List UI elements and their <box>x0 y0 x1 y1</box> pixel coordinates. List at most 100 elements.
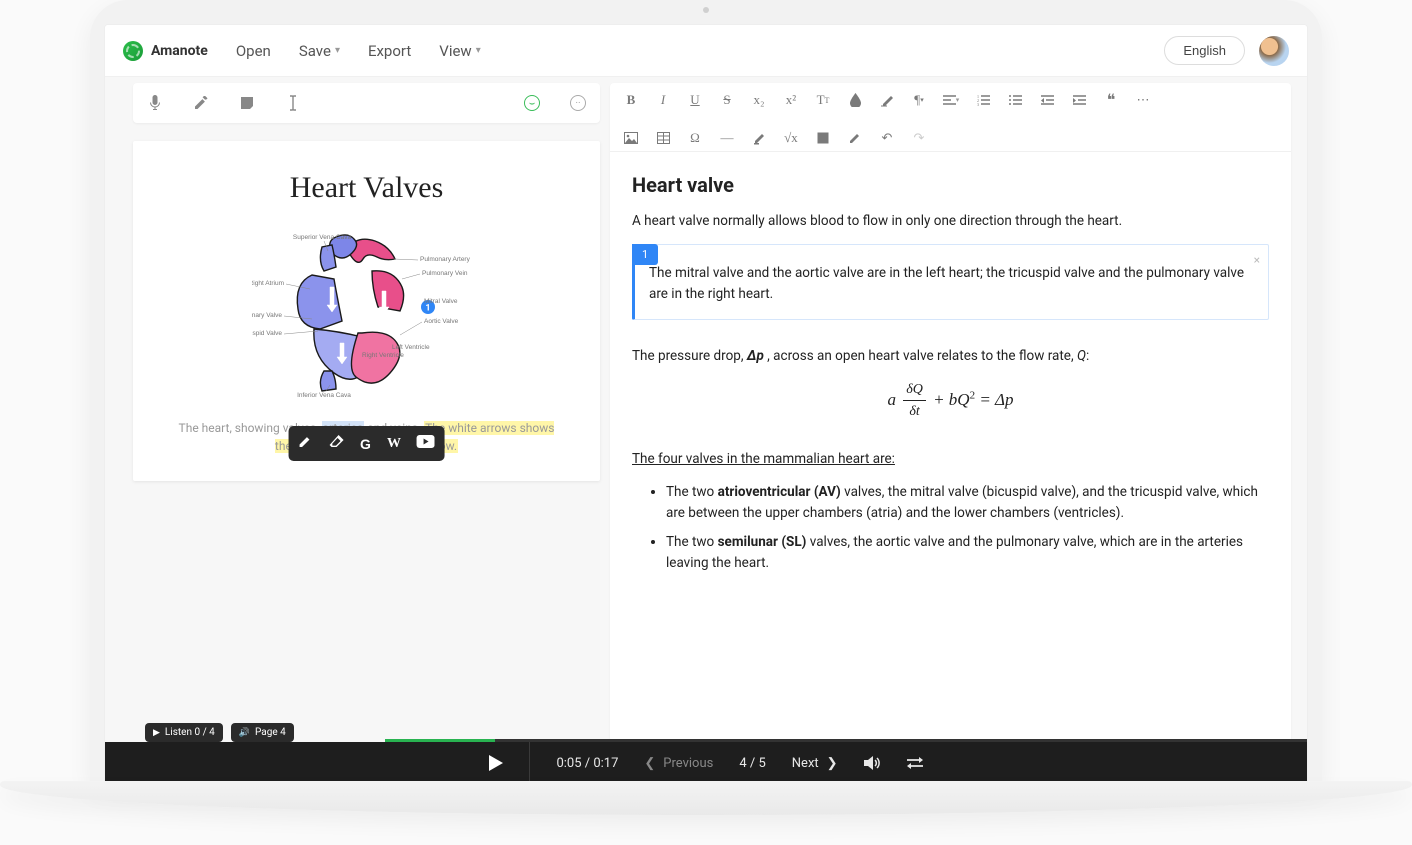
horizontal-rule-icon[interactable]: — <box>718 129 736 147</box>
editor-intro: A heart valve normally allows blood to f… <box>632 211 1269 232</box>
menu-save[interactable]: Save▾ <box>299 42 340 60</box>
editor-toolbar: B I U S x₂ x² TT ¶▾ ▾ 123 <box>610 83 1291 152</box>
wikipedia-icon[interactable]: W <box>387 436 401 452</box>
outdent-icon[interactable] <box>1038 91 1056 109</box>
clear-format-icon[interactable] <box>878 91 896 109</box>
note-text: The mitral valve and the aortic valve ar… <box>649 265 1244 302</box>
slide-title: Heart Valves <box>159 171 574 205</box>
label-tv: Tricuspid Valve <box>252 330 282 337</box>
equation: a δQδt + bQ2 = Δp <box>632 379 1269 423</box>
list-item: The two semilunar (SL) valves, the aorti… <box>666 532 1269 574</box>
screen-bezel: Amanote Open Save▾ Export View▾ English <box>90 0 1322 785</box>
swap-icon[interactable] <box>907 757 923 769</box>
speaker-small-icon: 🔊 <box>239 728 250 738</box>
redo-icon[interactable]: ↷ <box>910 129 928 147</box>
note-box-icon[interactable] <box>814 129 832 147</box>
label-ivc: Inferior Vena Cava <box>297 392 351 399</box>
label-pa: Pulmonary Artery <box>420 256 471 263</box>
play-button[interactable] <box>489 755 503 771</box>
pill-row: ▶ Listen 0 / 4 🔊 Page 4 <box>145 723 294 742</box>
chevron-left-icon: ❮ <box>644 756 655 771</box>
formula-icon[interactable]: √x <box>782 129 800 147</box>
indent-icon[interactable] <box>1070 91 1088 109</box>
ink-drop-icon[interactable] <box>846 91 864 109</box>
language-button[interactable]: English <box>1164 36 1245 65</box>
header-right: English <box>1164 36 1289 66</box>
svg-text:1: 1 <box>425 304 430 314</box>
pen-icon[interactable] <box>846 129 864 147</box>
reference-note-box: 1 × The mitral valve and the aortic valv… <box>632 244 1269 320</box>
context-toolbar: G W <box>288 426 445 461</box>
main-menu: Open Save▾ Export View▾ <box>236 42 481 60</box>
menu-export[interactable]: Export <box>368 42 411 60</box>
slide-column: ⌣ ·· Heart Valves <box>105 77 600 742</box>
strikethrough-icon[interactable]: S <box>718 91 736 109</box>
user-avatar[interactable] <box>1259 36 1289 66</box>
table-icon[interactable] <box>654 129 672 147</box>
heart-diagram: 1 Superior Vena Cava Pulmonary Artery Pu… <box>159 231 574 401</box>
microphone-icon[interactable] <box>145 93 165 113</box>
superscript-icon[interactable]: x² <box>782 91 800 109</box>
label-pv: Pulmonary Vein <box>422 270 468 277</box>
previous-button[interactable]: ❮ Previous <box>644 756 713 771</box>
unordered-list-icon[interactable] <box>1006 91 1024 109</box>
bold-icon[interactable]: B <box>622 91 640 109</box>
app-header: Amanote Open Save▾ Export View▾ English <box>105 25 1307 77</box>
editor-panel: B I U S x₂ x² TT ¶▾ ▾ 123 <box>610 83 1291 742</box>
neutral-emoji-icon[interactable]: ·· <box>568 93 588 113</box>
divider <box>529 742 530 784</box>
app-window: Amanote Open Save▾ Export View▾ English <box>104 24 1308 785</box>
smile-emoji-icon[interactable]: ⌣ <box>522 93 542 113</box>
label-mv: Mitral Valve <box>424 298 458 305</box>
sticky-note-icon[interactable] <box>237 93 257 113</box>
editor-title: Heart valve <box>632 170 1269 201</box>
camera-dot <box>703 7 709 13</box>
text-cursor-icon[interactable] <box>283 93 303 113</box>
highlighter-icon[interactable] <box>750 129 768 147</box>
editor-content[interactable]: Heart valve A heart valve normally allow… <box>610 152 1291 600</box>
list-item: The two atrioventricular (AV) valves, th… <box>666 482 1269 524</box>
valve-list: The two atrioventricular (AV) valves, th… <box>632 482 1269 574</box>
page-pill[interactable]: 🔊 Page 4 <box>231 723 294 742</box>
paragraph-icon[interactable]: ¶▾ <box>910 91 928 109</box>
app-body: ⌣ ·· Heart Valves <box>105 77 1307 742</box>
draw-icon[interactable] <box>298 434 312 453</box>
special-char-icon[interactable]: Ω <box>686 129 704 147</box>
next-button[interactable]: Next ❯ <box>792 756 838 771</box>
image-icon[interactable] <box>622 129 640 147</box>
svg-text:3: 3 <box>977 102 979 106</box>
chevron-right-icon: ❯ <box>827 756 838 771</box>
font-size-icon[interactable]: TT <box>814 91 832 109</box>
menu-open[interactable]: Open <box>236 42 271 60</box>
eraser-icon[interactable] <box>328 434 344 453</box>
label-ra: Right Atrium <box>252 280 284 287</box>
volume-icon[interactable] <box>864 756 881 770</box>
app-logo-icon <box>123 41 143 61</box>
google-icon[interactable]: G <box>360 436 371 452</box>
undo-icon[interactable]: ↶ <box>878 129 896 147</box>
youtube-icon[interactable] <box>417 435 435 453</box>
laptop-base <box>0 781 1412 815</box>
pencil-icon[interactable] <box>191 93 211 113</box>
listen-pill[interactable]: ▶ Listen 0 / 4 <box>145 723 223 742</box>
label-rv: Right Ventricle <box>362 352 404 359</box>
audio-bar-wrap: 0:05 / 0:17 ❮ Previous 4 / 5 Next ❯ <box>105 742 1307 784</box>
audio-page-indicator: 4 / 5 <box>739 756 765 771</box>
underline-icon[interactable]: U <box>686 91 704 109</box>
align-icon[interactable]: ▾ <box>942 91 960 109</box>
more-icon[interactable]: ⋯ <box>1134 91 1152 109</box>
label-av: Aortic Valve <box>424 318 459 325</box>
subscript-icon[interactable]: x₂ <box>750 91 768 109</box>
laptop-frame: Amanote Open Save▾ Export View▾ English <box>0 0 1412 845</box>
note-badge: 1 <box>632 244 658 265</box>
slide-card: Heart Valves <box>133 141 600 481</box>
play-small-icon: ▶ <box>153 728 160 738</box>
pressure-sentence: The pressure drop, Δp , across an open h… <box>632 346 1269 367</box>
audio-progress-track[interactable] <box>385 739 1307 742</box>
blockquote-icon[interactable]: ❝ <box>1102 91 1120 109</box>
note-close-icon[interactable]: × <box>1254 251 1260 270</box>
italic-icon[interactable]: I <box>654 91 672 109</box>
menu-view[interactable]: View▾ <box>439 42 480 60</box>
ordered-list-icon[interactable]: 123 <box>974 91 992 109</box>
audio-time: 0:05 / 0:17 <box>556 756 618 771</box>
